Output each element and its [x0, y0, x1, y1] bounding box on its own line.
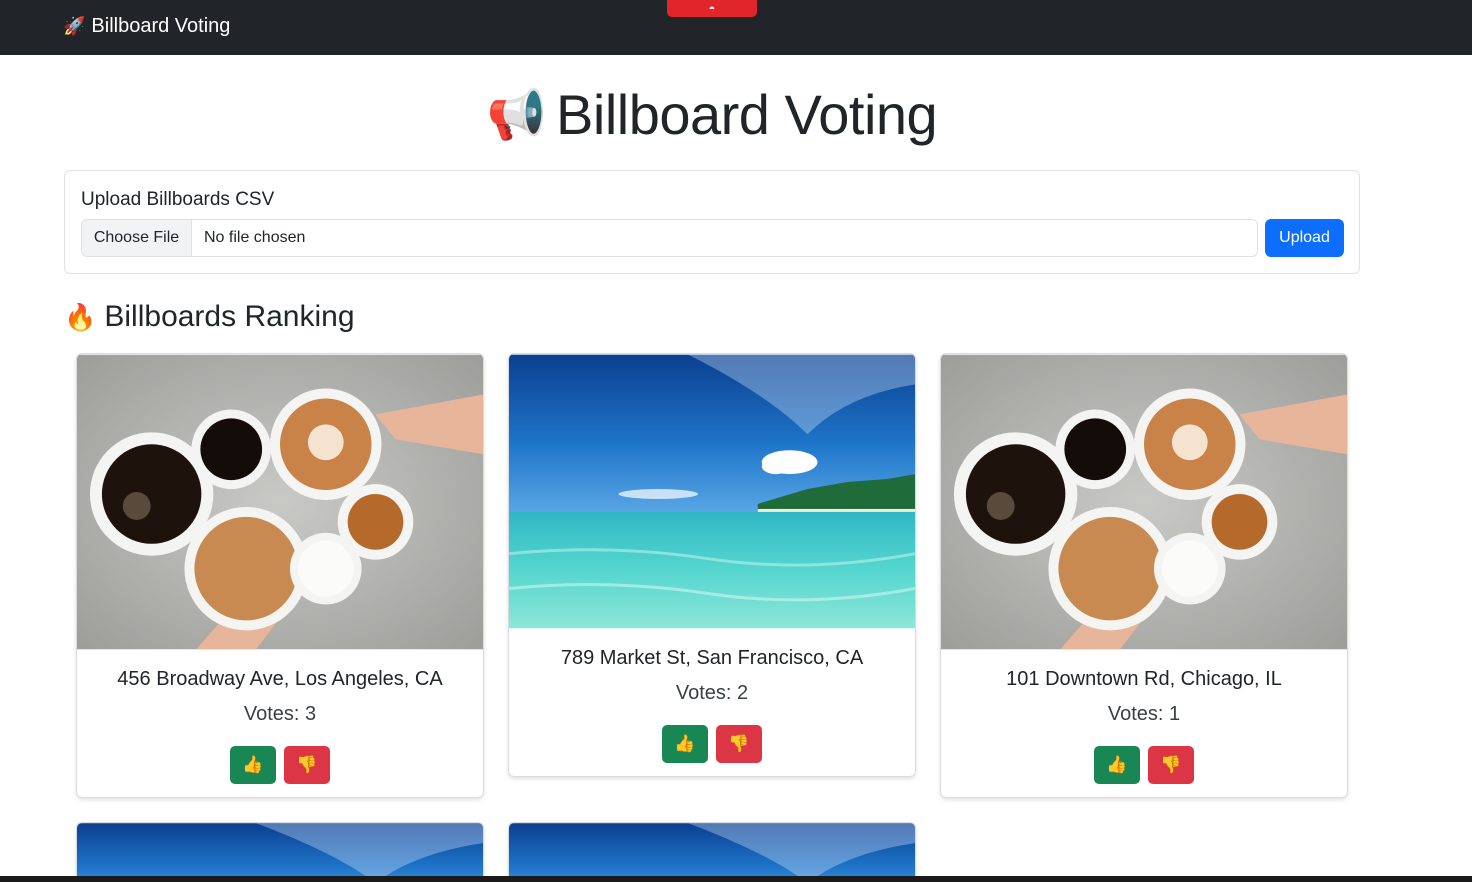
tropical-beach-image: [77, 823, 483, 882]
rocket-icon: 🚀: [63, 16, 86, 36]
upload-label: Upload Billboards CSV: [81, 189, 275, 210]
billboard-votes: Votes: 1: [1107, 703, 1181, 725]
downvote-button[interactable]: 👎: [716, 725, 762, 763]
navbar-brand[interactable]: 🚀 Billboard Voting: [63, 15, 230, 38]
upload-card: Upload Billboards CSV Choose File No fil…: [64, 170, 1360, 274]
billboard-card: 456 Broadway Ave, Los Angeles, CA Votes:…: [76, 353, 484, 798]
file-status-text: No file chosen: [204, 229, 306, 246]
billboard-card: 101 Downtown Rd, Chicago, IL Votes: 1 👍 …: [940, 353, 1348, 798]
section-title-text: Billboards Ranking: [104, 300, 355, 333]
thumbs-up-icon: 👍: [1106, 755, 1128, 774]
billboard-card: [508, 822, 916, 882]
upvote-button[interactable]: 👍: [1094, 746, 1140, 784]
billboard-address: 456 Broadway Ave, Los Angeles, CA: [117, 668, 443, 690]
fire-icon: 🔥: [64, 301, 97, 332]
billboard-votes: Votes: 3: [243, 703, 317, 725]
page-title-text: Billboard Voting: [556, 83, 938, 146]
upload-button[interactable]: Upload: [1265, 219, 1344, 257]
billboard-card: [76, 822, 484, 882]
billboard-address: 101 Downtown Rd, Chicago, IL: [1006, 668, 1282, 690]
downvote-button[interactable]: 👎: [1148, 746, 1194, 784]
recording-icon: ◓: [708, 2, 716, 15]
page-title: 📢 Billboard Voting: [0, 82, 1424, 147]
thumbs-down-icon: 👎: [728, 734, 750, 753]
billboard-card: 789 Market St, San Francisco, CA Votes: …: [508, 353, 916, 777]
navbar: 🚀 Billboard Voting ◓: [0, 0, 1472, 55]
brand-label: Billboard Voting: [91, 15, 231, 37]
coffee-cups-image: [77, 354, 483, 650]
upvote-button[interactable]: 👍: [230, 746, 276, 784]
thumbs-down-icon: 👎: [296, 755, 318, 774]
upvote-button[interactable]: 👍: [662, 725, 708, 763]
recording-indicator[interactable]: ◓: [667, 0, 757, 17]
section-title: 🔥 Billboards Ranking: [64, 300, 355, 334]
thumbs-up-icon: 👍: [674, 734, 696, 753]
megaphone-icon: 📢: [486, 89, 547, 142]
downvote-button[interactable]: 👎: [284, 746, 330, 784]
thumbs-up-icon: 👍: [242, 755, 264, 774]
coffee-cups-image: [941, 354, 1347, 650]
file-input[interactable]: Choose File No file chosen: [81, 219, 1258, 257]
tropical-beach-image: [509, 823, 915, 882]
billboard-address: 789 Market St, San Francisco, CA: [560, 647, 864, 669]
thumbs-down-icon: 👎: [1160, 755, 1182, 774]
choose-file-button[interactable]: Choose File: [82, 220, 192, 256]
bottom-edge: [0, 876, 1472, 882]
tropical-beach-image: [509, 354, 915, 629]
billboard-votes: Votes: 2: [675, 682, 749, 704]
